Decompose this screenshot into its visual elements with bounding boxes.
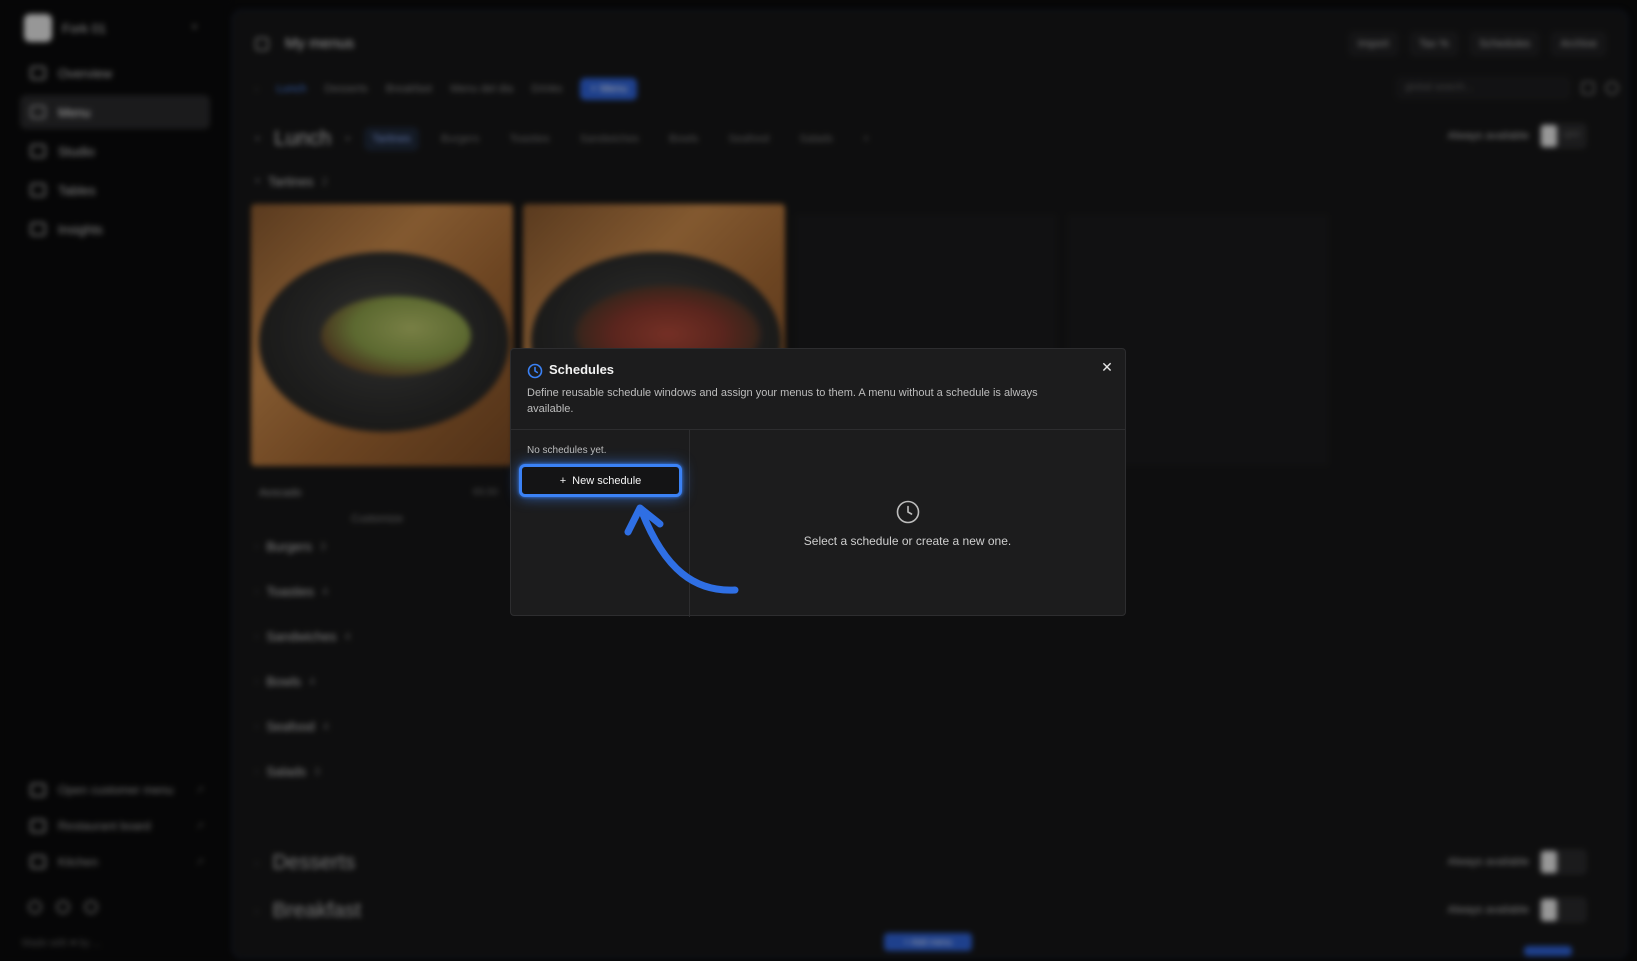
dialog-description: Define reusable schedule windows and ass… <box>527 387 1038 415</box>
plus-icon: + <box>559 474 567 487</box>
new-schedule-label: New schedule <box>572 474 642 487</box>
dialog-header: Schedules Define reusable schedule windo… <box>511 349 1125 430</box>
schedule-detail: Select a schedule or create a new one. <box>690 430 1125 617</box>
empty-state-text: Select a schedule or create a new one. <box>803 534 1012 548</box>
schedules-dialog: Schedules Define reusable schedule windo… <box>510 348 1126 617</box>
close-icon[interactable]: ✕ <box>1099 359 1115 375</box>
clock-icon <box>527 363 543 379</box>
new-schedule-button[interactable]: + New schedule <box>519 464 682 497</box>
dialog-title: Schedules <box>549 362 615 377</box>
clock-icon <box>896 500 920 524</box>
annotation-arrow <box>624 504 739 594</box>
empty-list-text: No schedules yet. <box>527 445 607 456</box>
